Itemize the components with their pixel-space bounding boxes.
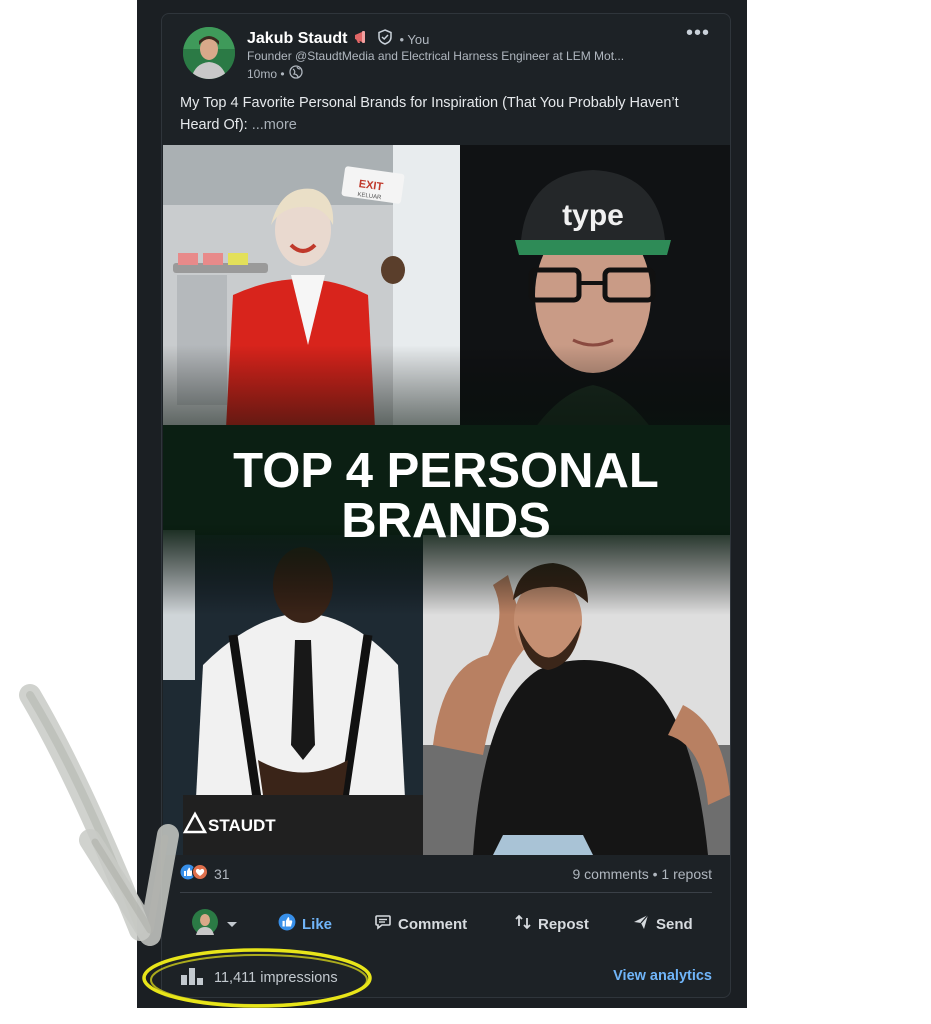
author-headline: Founder @StaudtMedia and Electrical Harn… [247, 49, 625, 63]
staudt-watermark: STAUDT [208, 816, 276, 835]
comment-button[interactable]: Comment [374, 906, 467, 942]
reaction-identity-selector[interactable] [192, 906, 238, 942]
chevron-down-icon [226, 916, 238, 933]
author-name[interactable]: Jakub Staudt [247, 30, 347, 48]
actions-divider [180, 892, 712, 893]
author-line: Jakub Staudt • You [247, 28, 429, 50]
send-icon [632, 913, 650, 935]
comment-icon [374, 913, 392, 935]
reaction-count: 31 [214, 866, 230, 882]
megaphone-icon [353, 29, 371, 50]
action-bar: Like Comment Repost Send [180, 906, 712, 942]
actor-avatar [192, 909, 218, 939]
post-time: 10mo • [247, 65, 303, 82]
time-ago: 10mo • [247, 66, 285, 81]
verified-shield-icon [377, 28, 393, 50]
send-label: Send [656, 915, 693, 933]
image-title-line1: TOP 4 PERSONAL [233, 444, 659, 498]
repost-label: Repost [538, 915, 589, 933]
repost-icon [514, 913, 532, 935]
see-more-link[interactable]: ...more [252, 117, 297, 133]
author-avatar[interactable] [183, 27, 235, 79]
impressions-row[interactable]: 11,411 impressions [180, 966, 338, 990]
love-reaction-icon [192, 863, 208, 885]
more-options-icon[interactable]: ••• [686, 22, 710, 45]
reactions-summary[interactable]: 31 [180, 863, 230, 885]
impressions-count: 11,411 impressions [214, 970, 338, 986]
post-text: My Top 4 Favorite Personal Brands for In… [180, 92, 718, 136]
image-title-line2: BRANDS [341, 494, 551, 548]
you-label: • You [399, 31, 430, 47]
like-button[interactable]: Like [278, 906, 332, 942]
send-button[interactable]: Send [632, 906, 693, 942]
like-icon [278, 913, 296, 935]
comment-label: Comment [398, 915, 468, 933]
like-label: Like [302, 915, 333, 933]
repost-button[interactable]: Repost [514, 906, 589, 942]
cap-text: type [562, 199, 624, 232]
globe-icon [288, 65, 303, 82]
post-image[interactable]: EXIT KELUAR type STAUDT TOP 4 PERSONAL B… [163, 145, 730, 855]
comments-reposts-count[interactable]: 9 comments • 1 repost [572, 866, 712, 882]
view-analytics-link[interactable]: View analytics [613, 968, 712, 984]
bar-chart-icon [180, 966, 204, 990]
